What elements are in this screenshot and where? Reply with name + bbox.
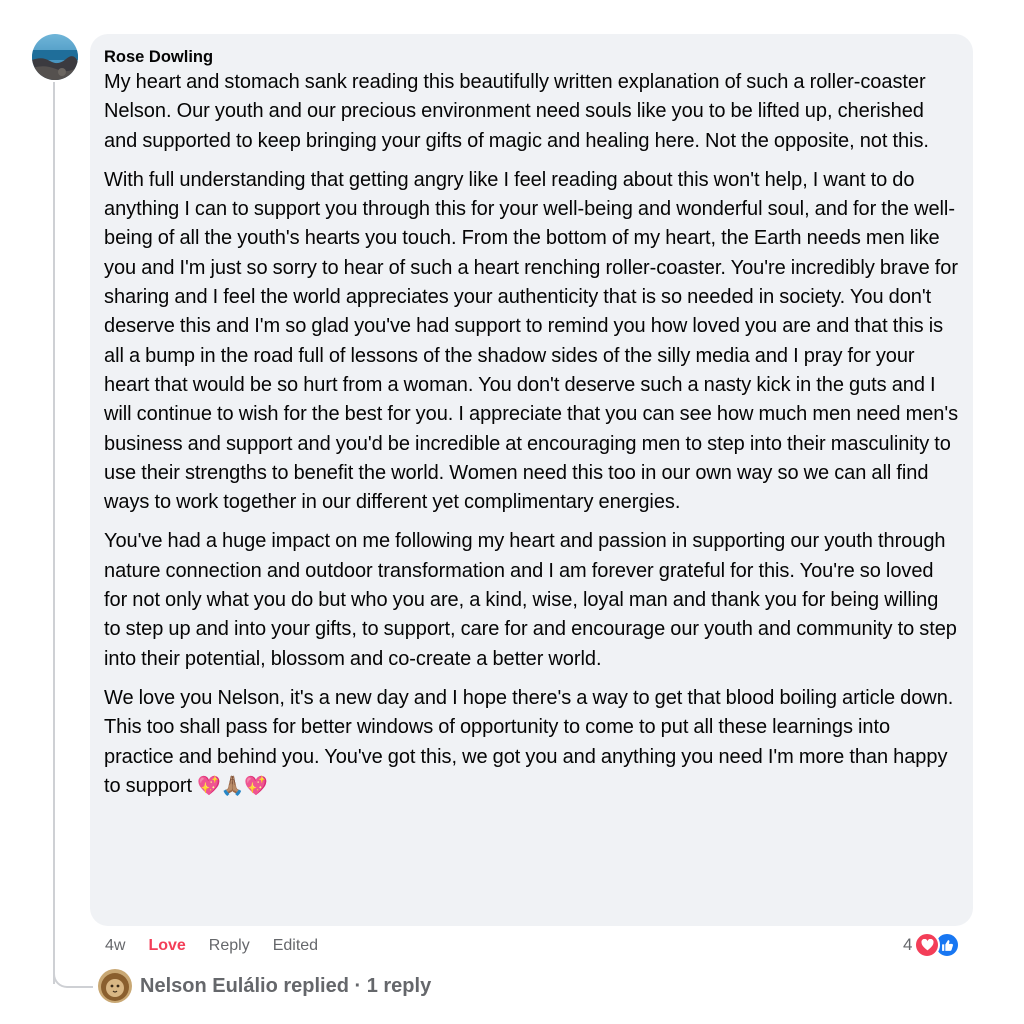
reaction-summary[interactable]: 4 (903, 932, 961, 958)
love-button[interactable]: Love (148, 937, 185, 955)
comment-paragraph-last: We love you Nelson, it's a new day and I… (104, 684, 959, 801)
comment-paragraph: With full understanding that getting ang… (104, 168, 959, 514)
view-replies-link[interactable]: Nelson Eulálio replied · 1 reply (98, 968, 431, 1004)
reply-avatar (98, 969, 132, 1003)
thread-line (53, 82, 55, 984)
thread-line-connector (53, 962, 93, 988)
edited-label[interactable]: Edited (273, 937, 318, 955)
reaction-count: 4 (903, 935, 913, 954)
comment-paragraph: You've had a huge impact on me following… (104, 530, 957, 670)
comment-bubble: Rose Dowling My heart and stomach sank r… (90, 34, 973, 926)
comment-author[interactable]: Rose Dowling (104, 46, 959, 68)
reply-summary-text: Nelson Eulálio replied · 1 reply (140, 974, 432, 997)
reply-button[interactable]: Reply (209, 937, 250, 955)
avatar[interactable] (32, 34, 78, 80)
comment-paragraph: My heart and stomach sank reading this b… (104, 71, 929, 152)
comment-timestamp[interactable]: 4w (105, 937, 125, 955)
comment-actions: 4w Love Reply Edited (105, 934, 318, 958)
emoji-group: 💖🙏🏽💖 (197, 775, 268, 797)
previous-content-fragment (300, 6, 440, 16)
heart-icon (914, 932, 941, 958)
